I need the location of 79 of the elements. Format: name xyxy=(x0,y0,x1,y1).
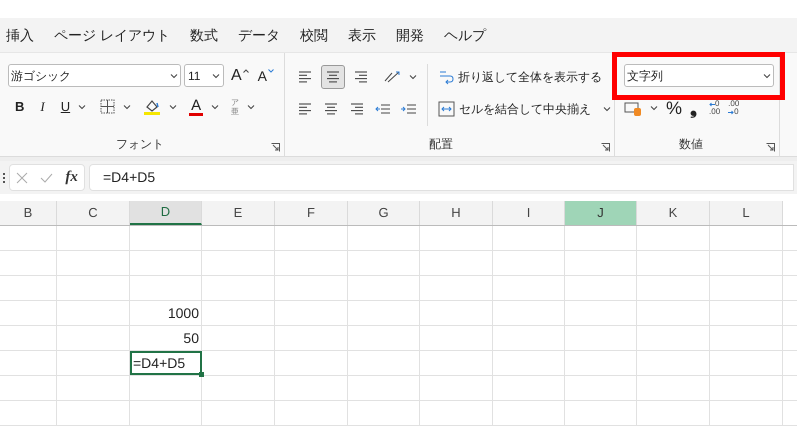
middle-align-button[interactable] xyxy=(321,64,345,88)
column-header[interactable]: J xyxy=(565,201,637,225)
ribbon-tab[interactable]: データ xyxy=(238,24,280,46)
merge-cells-icon[interactable] xyxy=(438,101,455,117)
font-color-button[interactable]: A xyxy=(189,98,204,116)
ribbon-tab[interactable]: ページ レイアウト xyxy=(54,24,170,46)
merge-center-button[interactable]: セルを結合して中央揃え xyxy=(459,100,591,118)
drag-handle-icon[interactable] xyxy=(3,172,5,182)
dialog-launcher-icon[interactable] xyxy=(766,143,775,152)
column-header[interactable]: F xyxy=(275,201,348,225)
column-header[interactable]: L xyxy=(710,201,783,225)
percent-button[interactable]: % xyxy=(666,99,682,117)
up-caret-icon xyxy=(242,68,249,72)
comma-style-button[interactable]: ❟ xyxy=(690,99,698,117)
caret-icon[interactable] xyxy=(763,72,771,78)
spreadsheet-cell[interactable]: 50 xyxy=(130,326,202,350)
group-title: 配置 xyxy=(429,136,453,153)
increase-decimal-button[interactable]: 0 .00 xyxy=(709,100,720,116)
decrease-indent-icon[interactable] xyxy=(375,102,391,116)
increase-font-size-button[interactable]: A xyxy=(231,68,242,84)
caret-icon[interactable] xyxy=(409,74,417,80)
ribbon-tab[interactable]: 表示 xyxy=(348,24,376,46)
increase-indent-icon[interactable] xyxy=(401,102,417,116)
caret-icon[interactable] xyxy=(247,104,256,110)
borders-icon[interactable] xyxy=(100,99,116,114)
font-name-dropdown[interactable]: 游ゴシック xyxy=(8,64,181,87)
spreadsheet-cell[interactable]: =D4+D5 xyxy=(130,351,202,375)
caret-icon[interactable] xyxy=(170,72,178,78)
ribbon-tab[interactable]: 校閲 xyxy=(300,24,328,46)
column-header[interactable]: D xyxy=(130,201,202,225)
insert-function-button[interactable]: fx xyxy=(65,166,78,189)
check-icon[interactable] xyxy=(40,172,54,182)
align-center-icon[interactable] xyxy=(323,102,339,116)
phonetic-button[interactable]: ア 亜 xyxy=(231,98,240,116)
italic-button[interactable]: I xyxy=(40,97,45,116)
ribbon-tab[interactable]: ヘルプ xyxy=(444,24,486,46)
align-right-icon[interactable] xyxy=(353,70,369,84)
column-header[interactable]: B xyxy=(0,201,57,225)
caret-icon[interactable] xyxy=(650,105,658,111)
currency-format-icon[interactable] xyxy=(624,100,642,116)
decrease-font-size-button[interactable]: A xyxy=(258,68,268,82)
decrease-decimal-button[interactable]: .00 0 xyxy=(728,100,740,116)
down-caret-icon xyxy=(268,68,274,72)
underline-button[interactable]: U xyxy=(60,97,70,116)
column-header[interactable]: G xyxy=(348,201,420,225)
fill-color-icon[interactable] xyxy=(143,98,162,116)
fill-handle[interactable] xyxy=(199,372,204,377)
number-format-dropdown[interactable]: 文字列 xyxy=(624,64,774,87)
align-right-icon[interactable] xyxy=(349,102,365,116)
ribbon-tab[interactable]: 挿入 xyxy=(6,24,34,46)
right-arrow-icon xyxy=(728,110,734,114)
caret-icon[interactable] xyxy=(603,106,611,112)
caret-icon[interactable] xyxy=(211,104,220,110)
caret-icon[interactable] xyxy=(212,72,220,78)
column-header[interactable]: H xyxy=(420,201,493,225)
caret-icon[interactable] xyxy=(78,104,86,110)
group-title: フォント xyxy=(116,136,164,153)
column-header[interactable]: K xyxy=(637,201,710,225)
ribbon-tab[interactable]: 数式 xyxy=(190,24,218,46)
group-title: 数値 xyxy=(679,136,703,153)
align-left-icon[interactable] xyxy=(297,102,313,116)
font-size-dropdown[interactable]: 11 xyxy=(184,64,224,87)
spreadsheet-cell[interactable]: 1000 xyxy=(130,301,202,325)
wrap-text-icon[interactable] xyxy=(438,68,454,84)
dialog-launcher-icon[interactable] xyxy=(271,143,280,152)
column-header[interactable]: E xyxy=(202,201,275,225)
orientation-icon[interactable] xyxy=(383,68,401,84)
column-header[interactable]: I xyxy=(493,201,565,225)
align-left-icon[interactable] xyxy=(297,70,313,84)
left-arrow-icon xyxy=(709,102,716,106)
bold-button[interactable]: B xyxy=(15,97,24,116)
ribbon-tab[interactable]: 開発 xyxy=(396,24,424,46)
align-center-icon[interactable] xyxy=(325,70,341,84)
formula-input[interactable]: =D4+D5 xyxy=(89,164,794,191)
caret-icon[interactable] xyxy=(169,104,178,110)
column-header[interactable]: C xyxy=(57,201,130,225)
wrap-text-button[interactable]: 折り返して全体を表示する xyxy=(458,68,602,86)
dialog-launcher-icon[interactable] xyxy=(601,143,610,152)
caret-icon[interactable] xyxy=(123,104,132,110)
